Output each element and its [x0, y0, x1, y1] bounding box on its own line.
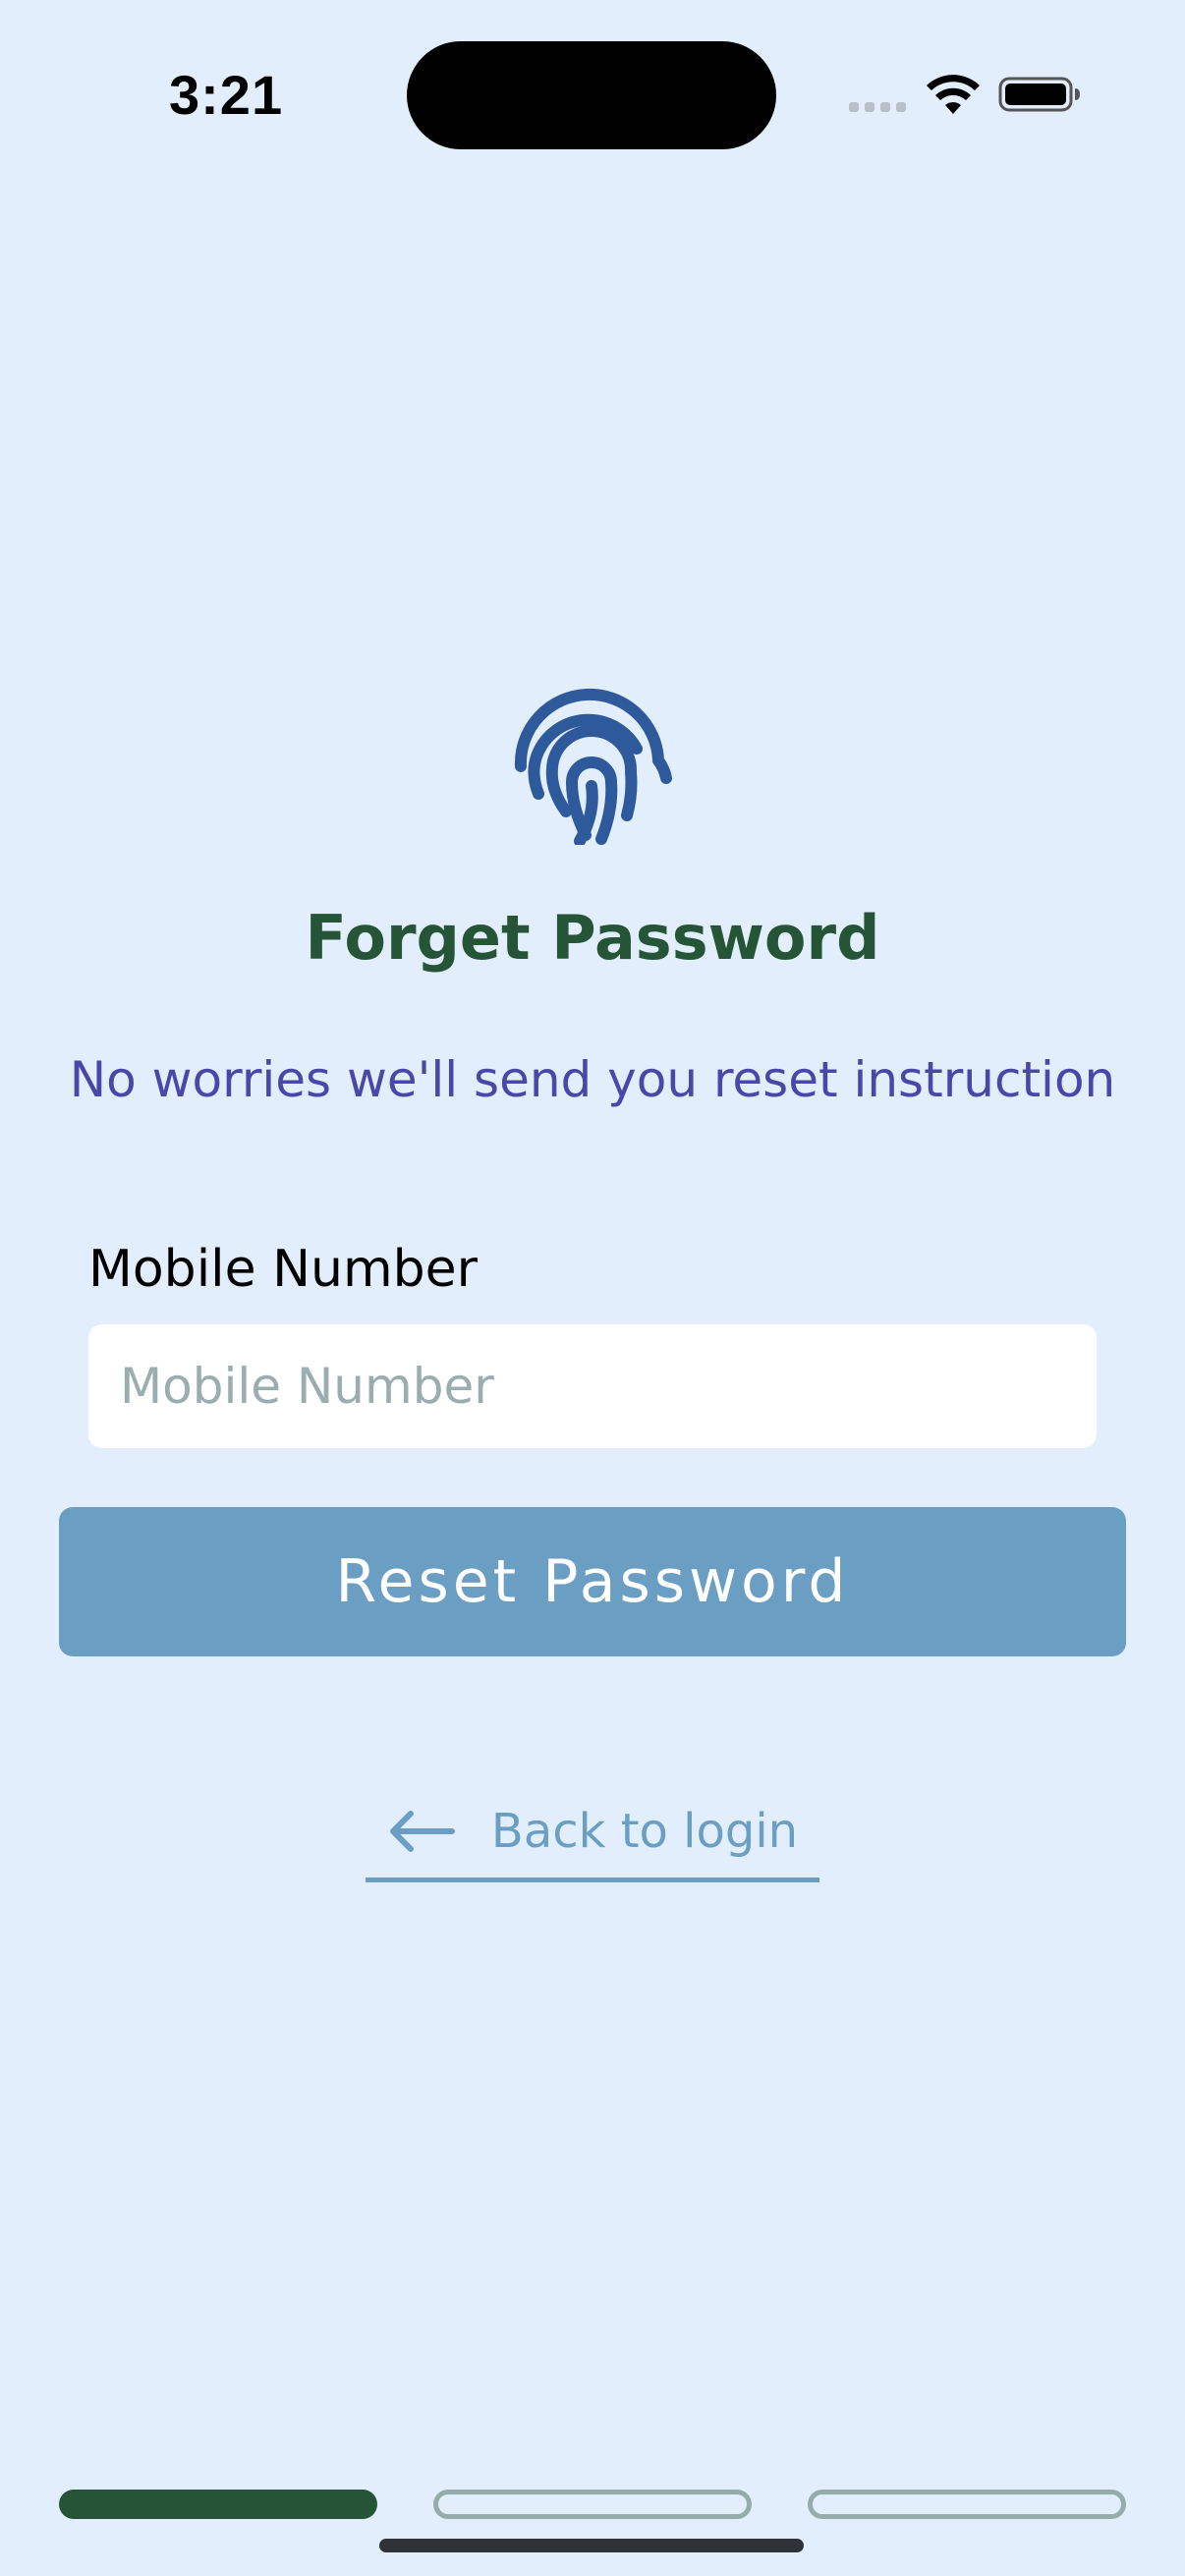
- home-indicator[interactable]: [379, 2539, 804, 2552]
- pager-dot-2: [433, 2490, 752, 2519]
- page-subtitle: No worries we'll send you reset instruct…: [69, 1051, 1116, 1108]
- fingerprint-icon: [514, 689, 672, 845]
- battery-icon: [998, 77, 1080, 112]
- back-to-login-label: Back to login: [490, 1803, 799, 1859]
- status-time: 3:21: [169, 64, 284, 126]
- wifi-icon: [927, 75, 980, 114]
- mobile-number-label: Mobile Number: [88, 1240, 478, 1299]
- page-title: Forget Password: [305, 902, 880, 974]
- mobile-number-input[interactable]: [88, 1324, 1097, 1448]
- dynamic-island: [407, 41, 776, 149]
- pager-dot-3: [808, 2490, 1126, 2519]
- arrow-left-icon: [389, 1810, 455, 1852]
- cellular-signal-icon: [849, 102, 906, 112]
- status-bar: 3:21: [0, 0, 1185, 187]
- reset-password-button[interactable]: Reset Password: [59, 1507, 1126, 1656]
- back-to-login-link[interactable]: Back to login: [366, 1784, 819, 1882]
- pager-dot-1: [59, 2490, 377, 2519]
